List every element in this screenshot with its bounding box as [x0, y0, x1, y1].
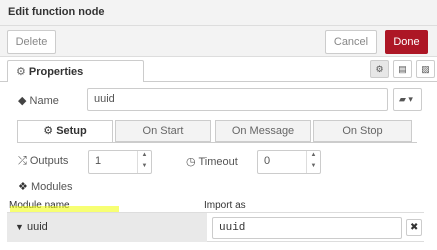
import-as-input[interactable]: uuid [212, 217, 402, 239]
modules-label-group: ❖ Modules [18, 180, 73, 193]
image-icon: ▨ [421, 64, 430, 74]
shuffle-icon: ⤮ [18, 155, 27, 167]
caret-down-icon: ▼ [15, 222, 24, 232]
spin-down-icon[interactable]: ▼ [307, 162, 320, 173]
clock-icon: ◷ [186, 156, 196, 168]
cancel-button[interactable]: Cancel [325, 30, 377, 54]
description-icon-button[interactable]: ▤ [393, 60, 412, 78]
timeout-value: 0 [264, 155, 271, 167]
tab-setup-label: Setup [56, 125, 87, 137]
dialog-title: Edit function node [8, 6, 105, 18]
done-button[interactable]: Done [385, 30, 428, 54]
spin-up-icon[interactable]: ▲ [138, 151, 151, 162]
gear-icon: ⚙ [16, 66, 26, 78]
tab-divider-left [0, 81, 7, 82]
tab-properties[interactable]: ⚙ Properties [7, 60, 144, 82]
tab-on-stop[interactable]: On Stop [313, 120, 412, 142]
file-text-icon: ▤ [398, 64, 407, 74]
remove-module-button[interactable]: ✖ [406, 219, 422, 236]
spin-down-icon[interactable]: ▼ [138, 162, 151, 173]
module-name: uuid [26, 221, 48, 233]
appearance-icon-button[interactable]: ▨ [416, 60, 435, 78]
outputs-value: 1 [95, 155, 102, 167]
book-icon: ▰ [399, 94, 406, 104]
close-icon: ✖ [410, 222, 419, 233]
tab-on-start[interactable]: On Start [115, 120, 211, 142]
table-row: ▼ uuid uuid ✖ [7, 212, 424, 242]
tab-properties-label: Properties [28, 66, 84, 78]
tag-icon: ◆ [18, 95, 27, 107]
outputs-spinner[interactable]: ▲ ▼ [137, 151, 151, 173]
tab-on-message[interactable]: On Message [215, 120, 311, 142]
col-import-as: Import as [204, 200, 246, 211]
subtab-divider [17, 142, 417, 143]
caret-down-icon: ▾ [405, 94, 413, 104]
timeout-spinner[interactable]: ▲ ▼ [306, 151, 320, 173]
gear-icon: ⚙ [43, 125, 54, 137]
timeout-label: Timeout [198, 156, 238, 168]
delete-button[interactable]: Delete [7, 30, 56, 54]
icon-select-button[interactable]: ▰ ▾ [393, 88, 422, 111]
name-label: Name [29, 95, 59, 107]
spin-up-icon[interactable]: ▲ [307, 151, 320, 162]
dialog-titlebar: Edit function node [0, 0, 437, 26]
dialog-toolbar: Delete Cancel Done [0, 26, 437, 57]
tab-divider [144, 81, 437, 82]
outputs-input[interactable]: 1 ▲ ▼ [88, 150, 152, 174]
module-name-cell[interactable]: ▼ uuid [7, 213, 207, 242]
outputs-label-group: ⤮ Outputs [18, 155, 68, 168]
timeout-label-group: ◷ Timeout [186, 155, 238, 168]
gear-icon: ⚙ [375, 64, 384, 74]
name-input[interactable]: uuid [87, 88, 388, 111]
modules-label: Modules [30, 181, 73, 193]
cubes-icon: ❖ [18, 181, 28, 193]
module-entry[interactable]: ▼ uuid [15, 221, 48, 233]
timeout-input[interactable]: 0 ▲ ▼ [257, 150, 321, 174]
settings-icon-button[interactable]: ⚙ [370, 60, 389, 78]
tab-setup[interactable]: ⚙ Setup [17, 120, 113, 143]
name-label-group: ◆ Name [18, 94, 59, 107]
outputs-label: Outputs [29, 155, 69, 167]
